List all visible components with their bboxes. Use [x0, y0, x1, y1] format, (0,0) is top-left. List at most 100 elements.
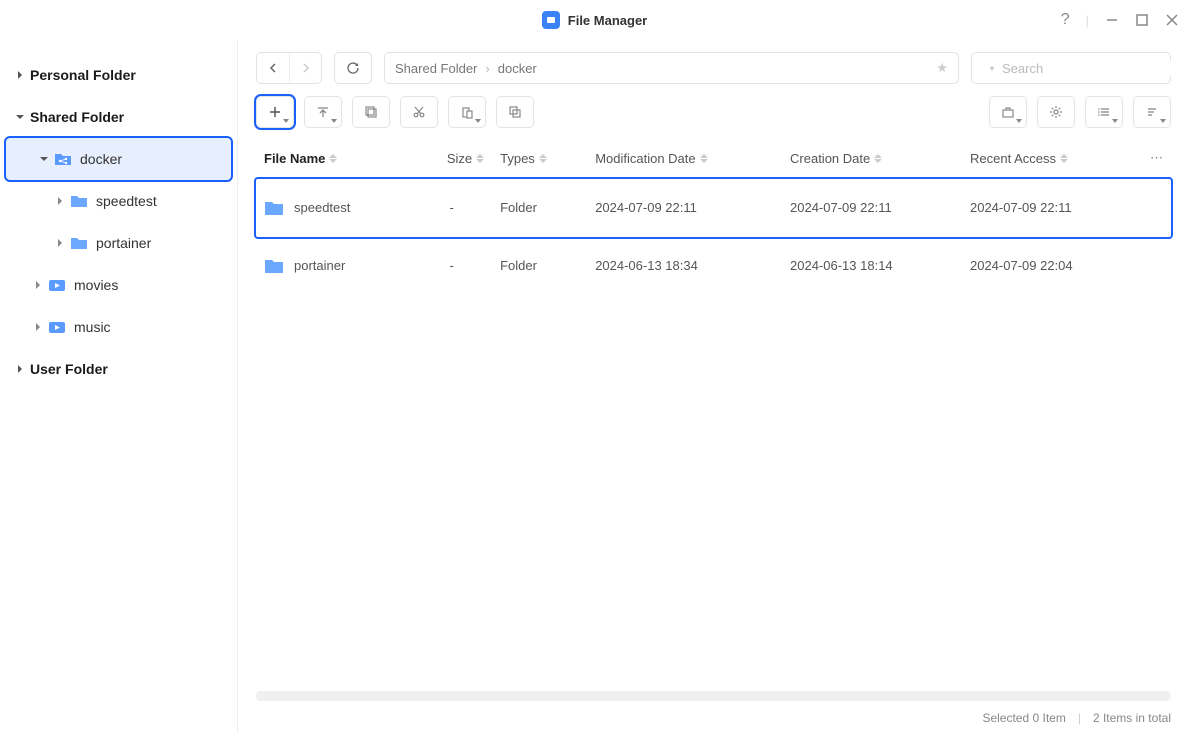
sidebar-label: speedtest	[96, 193, 157, 209]
sidebar-label: Personal Folder	[30, 67, 136, 83]
dropdown-indicator	[283, 119, 289, 123]
col-header-name[interactable]: File Name	[256, 138, 411, 179]
sidebar-label: docker	[80, 151, 122, 167]
table-row[interactable]: speedtest-Folder2024-07-09 22:112024-07-…	[256, 179, 1171, 237]
file-size: -	[411, 237, 492, 295]
search-input[interactable]	[1002, 61, 1178, 76]
content-area: Shared Folder › docker ★ ▾	[238, 40, 1189, 733]
maximize-icon[interactable]	[1135, 13, 1149, 27]
breadcrumb-root[interactable]: Shared Folder	[395, 61, 477, 76]
top-nav-row: Shared Folder › docker ★ ▾	[238, 40, 1189, 84]
chevron-right-icon	[32, 321, 44, 333]
folder-icon	[264, 257, 284, 275]
file-type: Folder	[492, 179, 587, 237]
sidebar-section-user[interactable]: User Folder	[0, 348, 237, 390]
file-modified: 2024-07-09 22:11	[587, 179, 782, 237]
favorite-star-icon[interactable]: ★	[936, 60, 948, 76]
action-toolbar	[238, 84, 1189, 138]
paste-button[interactable]	[448, 96, 486, 128]
file-modified: 2024-06-13 18:34	[587, 237, 782, 295]
archive-button[interactable]	[989, 96, 1027, 128]
copy-button[interactable]	[352, 96, 390, 128]
search-dropdown-icon[interactable]: ▾	[990, 64, 994, 73]
horizontal-scrollbar[interactable]	[256, 691, 1171, 701]
chevron-down-icon	[14, 111, 26, 123]
file-name-cell: portainer	[264, 257, 403, 275]
file-name: portainer	[294, 258, 345, 273]
sidebar-label: User Folder	[30, 361, 108, 377]
close-icon[interactable]	[1165, 13, 1179, 27]
media-folder-icon	[48, 318, 66, 336]
sidebar-item-docker[interactable]: docker	[6, 138, 231, 180]
chevron-right-icon	[14, 363, 26, 375]
col-header-size[interactable]: Size	[411, 138, 492, 179]
breadcrumb-bar[interactable]: Shared Folder › docker ★	[384, 52, 959, 84]
dropdown-indicator	[1160, 119, 1166, 123]
search-box[interactable]: ▾	[971, 52, 1171, 84]
file-name: speedtest	[294, 200, 350, 215]
minimize-icon[interactable]	[1105, 13, 1119, 27]
forward-button[interactable]	[289, 53, 321, 83]
file-accessed: 2024-07-09 22:11	[962, 179, 1142, 237]
sort-button[interactable]	[1133, 96, 1171, 128]
status-total: 2 Items in total	[1093, 711, 1171, 725]
table-row[interactable]: portainer -Folder2024-06-13 18:342024-06-…	[256, 237, 1171, 295]
window-controls: ? |	[1061, 0, 1179, 40]
folder-icon	[70, 192, 88, 210]
app-title: File Manager	[568, 13, 647, 28]
file-accessed: 2024-07-09 22:04	[962, 237, 1142, 295]
settings-button[interactable]	[1037, 96, 1075, 128]
new-button[interactable]	[256, 96, 294, 128]
sidebar-label: Shared Folder	[30, 109, 124, 125]
file-created: 2024-06-13 18:14	[782, 237, 962, 295]
chevron-right-icon	[32, 279, 44, 291]
duplicate-icon	[508, 105, 522, 119]
table-header-row: File Name Size Types Modification Date C…	[256, 138, 1171, 179]
sidebar-item-movies[interactable]: movies	[0, 264, 237, 306]
status-bar: Selected 0 Item | 2 Items in total	[238, 703, 1189, 733]
scissors-icon	[412, 105, 426, 119]
shared-folder-icon	[54, 150, 72, 168]
status-selected: Selected 0 Item	[982, 711, 1065, 725]
back-button[interactable]	[257, 53, 289, 83]
dropdown-indicator	[1112, 119, 1118, 123]
col-header-modified[interactable]: Modification Date	[587, 138, 782, 179]
breadcrumb-current[interactable]: docker	[498, 61, 537, 76]
list-icon	[1097, 105, 1111, 119]
file-name-cell: speedtest	[264, 199, 403, 217]
upload-button[interactable]	[304, 96, 342, 128]
plus-icon	[268, 105, 282, 119]
sidebar-section-personal[interactable]: Personal Folder	[0, 54, 237, 96]
file-size: -	[411, 179, 492, 237]
help-icon[interactable]: ?	[1061, 11, 1070, 29]
folder-icon	[264, 199, 284, 217]
refresh-button[interactable]	[334, 52, 372, 84]
duplicate-button[interactable]	[496, 96, 534, 128]
col-header-types[interactable]: Types	[492, 138, 587, 179]
sidebar-label: music	[74, 319, 111, 335]
cut-button[interactable]	[400, 96, 438, 128]
file-type: Folder	[492, 237, 587, 295]
folder-icon	[70, 234, 88, 252]
col-header-accessed[interactable]: Recent Access	[962, 138, 1142, 179]
col-header-more[interactable]: ⋯	[1142, 138, 1171, 179]
view-button[interactable]	[1085, 96, 1123, 128]
file-table: File Name Size Types Modification Date C…	[256, 138, 1171, 295]
sidebar-item-portainer[interactable]: portainer	[0, 222, 237, 264]
file-created: 2024-07-09 22:11	[782, 179, 962, 237]
vertical-divider: |	[1086, 13, 1089, 28]
chevron-down-icon	[38, 153, 50, 165]
chevron-right-icon	[54, 237, 66, 249]
app-title-group: File Manager	[542, 11, 647, 29]
sidebar: Personal Folder Shared Folder	[0, 40, 238, 733]
chevron-right-icon	[14, 69, 26, 81]
sidebar-label: portainer	[96, 235, 151, 251]
app-icon	[542, 11, 560, 29]
sidebar-section-shared[interactable]: Shared Folder	[0, 96, 237, 138]
sidebar-item-music[interactable]: music	[0, 306, 237, 348]
col-header-created[interactable]: Creation Date	[782, 138, 962, 179]
history-nav-group	[256, 52, 322, 84]
status-divider: |	[1078, 711, 1081, 725]
sidebar-item-speedtest[interactable]: speedtest	[0, 180, 237, 222]
media-folder-icon	[48, 276, 66, 294]
